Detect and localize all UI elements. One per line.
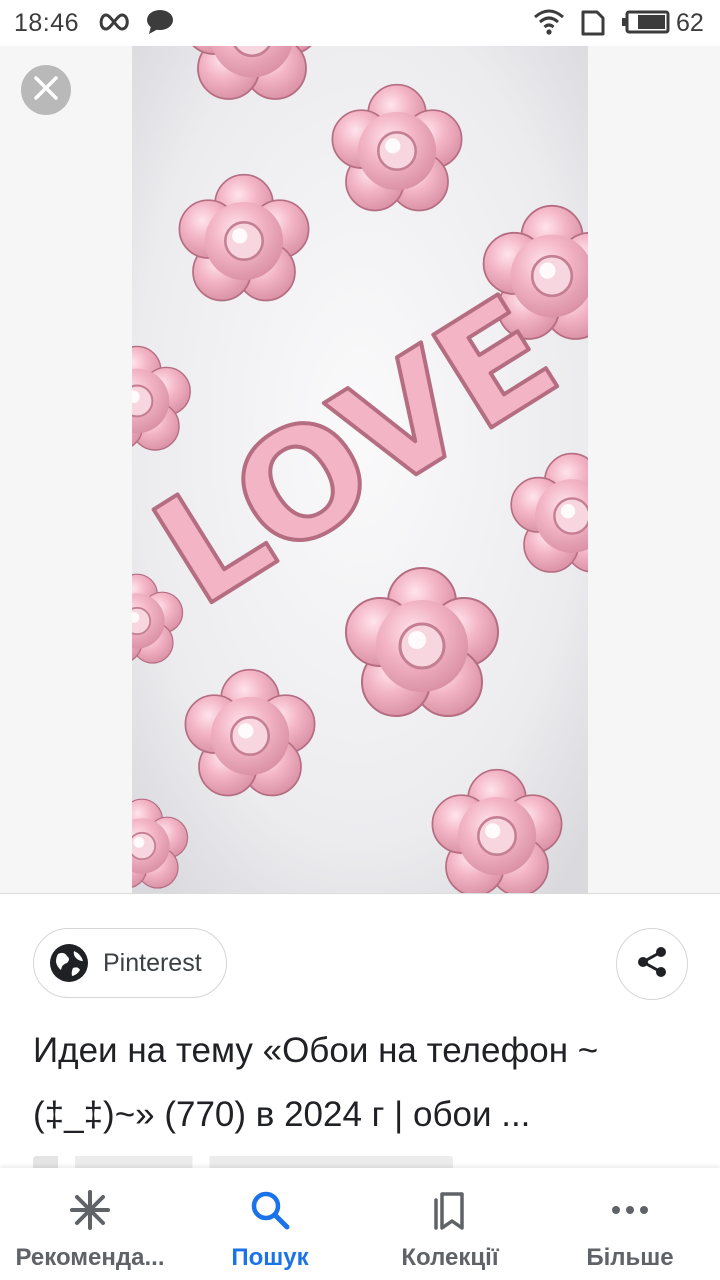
infinity-icon xyxy=(97,11,131,38)
bottom-navigation: Рекоменда... Пошук Колекції Більше xyxy=(0,1168,720,1280)
nav-label-search: Пошук xyxy=(231,1244,309,1271)
nav-label-collections: Колекції xyxy=(401,1244,499,1271)
collections-icon xyxy=(428,1188,472,1232)
wifi-icon xyxy=(533,8,565,41)
asterisk-icon xyxy=(68,1188,112,1232)
more-icon xyxy=(608,1188,652,1232)
description-faded-line xyxy=(33,1156,453,1168)
share-button[interactable] xyxy=(616,928,688,1000)
search-icon xyxy=(248,1188,292,1232)
source-label: Pinterest xyxy=(103,948,202,977)
image-viewer: LOVE xyxy=(0,46,720,893)
share-icon xyxy=(635,945,669,984)
nav-item-search[interactable]: Пошук xyxy=(180,1168,360,1280)
nav-item-collections[interactable]: Колекції xyxy=(360,1168,540,1280)
wallpaper-image[interactable]: LOVE xyxy=(132,46,588,893)
nav-item-more[interactable]: Більше xyxy=(540,1168,720,1280)
page-title-link[interactable]: Идеи на тему «Обои на телефон ~(‡_‡)~» (… xyxy=(33,1019,693,1147)
status-bar: 18:46 62 xyxy=(0,0,720,46)
close-button[interactable] xyxy=(21,65,71,115)
battery-level: 62 xyxy=(676,9,704,37)
nav-label-more: Більше xyxy=(586,1244,674,1271)
source-chip[interactable]: Pinterest xyxy=(33,928,227,998)
sim-card-icon xyxy=(580,9,606,42)
image-viewer-screen: 18:46 62 LOVE Pinterest Идеи на тему «Об… xyxy=(0,0,720,1280)
close-icon xyxy=(33,75,59,106)
nav-item-recommendations[interactable]: Рекоменда... xyxy=(0,1168,180,1280)
status-time: 18:46 xyxy=(14,9,80,37)
battery-icon xyxy=(622,10,670,39)
globe-icon xyxy=(49,943,89,983)
nav-label-recommendations: Рекоменда... xyxy=(15,1244,165,1271)
chat-bubble-icon xyxy=(146,9,174,40)
image-info-panel: Pinterest Идеи на тему «Обои на телефон … xyxy=(0,893,720,1168)
